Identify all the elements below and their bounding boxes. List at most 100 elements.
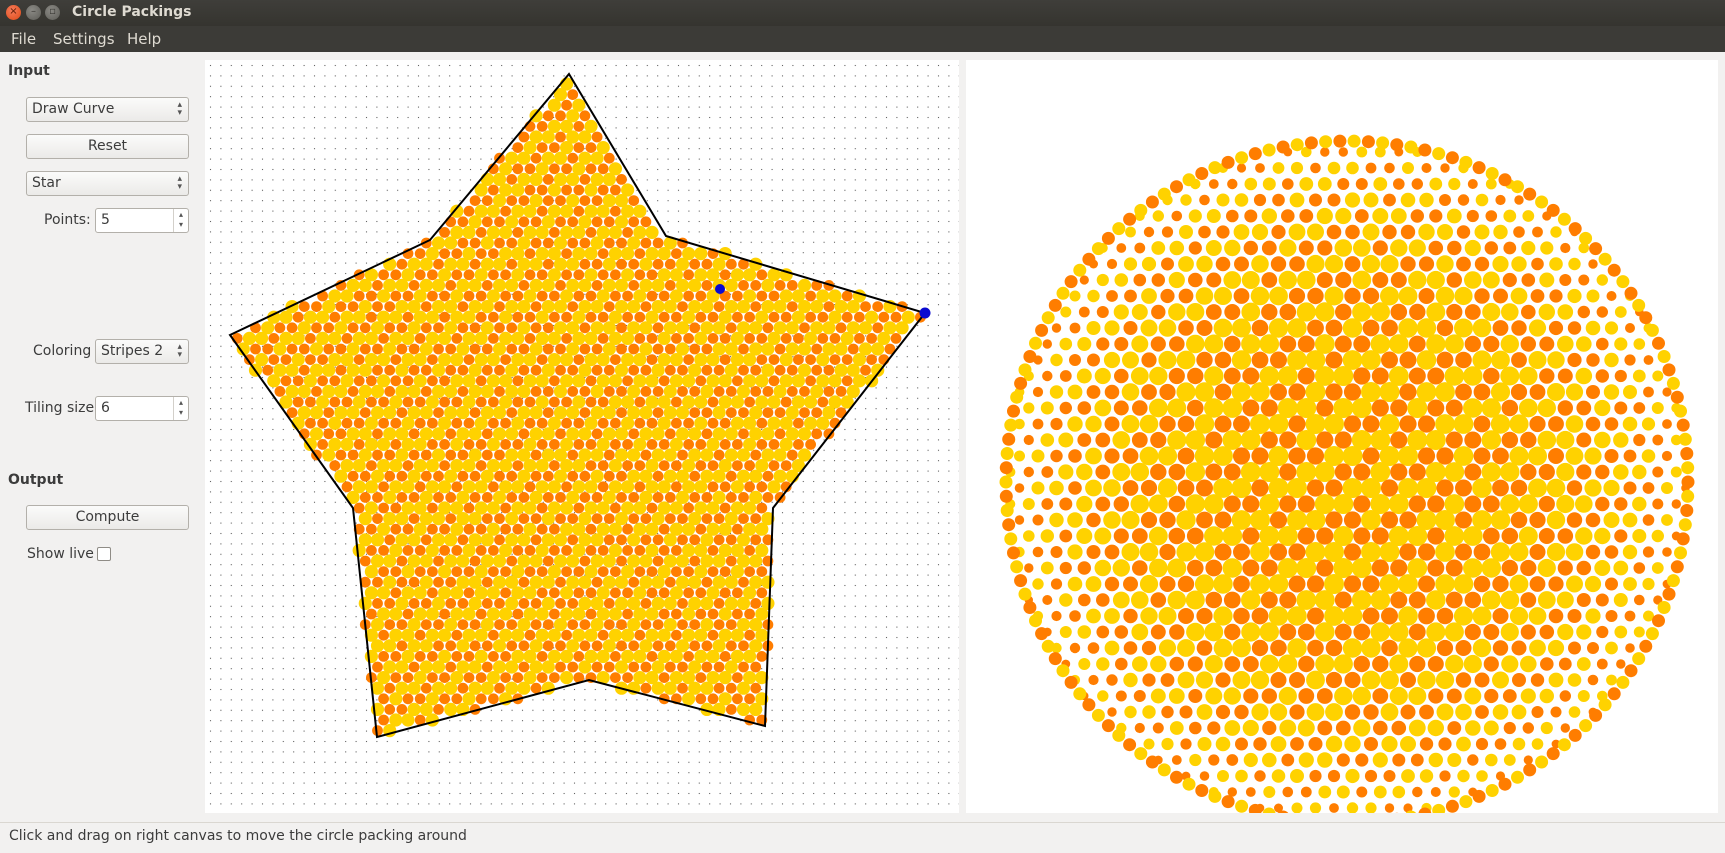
- packing-circle: [780, 460, 792, 471]
- packing-circle: [468, 660, 482, 674]
- packing-circle: [378, 396, 389, 408]
- packing-circle: [1550, 706, 1562, 718]
- packing-circle: [1049, 512, 1064, 528]
- packing-circle: [1483, 335, 1500, 353]
- packing-circle: [621, 247, 635, 261]
- packing-circle: [1587, 642, 1599, 654]
- packing-circle: [494, 682, 505, 694]
- packing-circle: [353, 502, 365, 514]
- compute-button[interactable]: Compute: [26, 505, 189, 530]
- packing-circle: [1585, 512, 1601, 528]
- packing-circle: [395, 363, 409, 377]
- packing-circle: [1362, 575, 1380, 593]
- packing-circle: [1343, 575, 1362, 593]
- packing-circle: [799, 407, 810, 418]
- points-spinbox[interactable]: 5 ▴ ▾: [95, 208, 189, 233]
- close-window-icon[interactable]: ×: [6, 5, 21, 20]
- packing-circle: [1390, 399, 1408, 417]
- packing-circle: [1214, 351, 1232, 369]
- packing-circle: [1427, 656, 1444, 672]
- packing-circle: [634, 333, 646, 344]
- show-live-checkbox[interactable]: [97, 547, 111, 561]
- packing-circle: [535, 374, 549, 388]
- packing-circle: [657, 331, 671, 345]
- packing-circle: [1584, 447, 1602, 465]
- packing-circle: [1104, 576, 1120, 592]
- tiling-size-spinbox[interactable]: 6 ▴ ▾: [95, 396, 189, 421]
- packing-circle: [793, 439, 804, 450]
- packing-circle: [1446, 688, 1462, 704]
- packing-circle: [475, 439, 487, 450]
- packing-circle: [1290, 737, 1304, 751]
- packing-circle: [1171, 210, 1183, 222]
- packing-circle: [1272, 193, 1285, 207]
- packing-circle: [1346, 802, 1359, 813]
- packing-circle: [724, 278, 738, 292]
- packing-circle: [523, 204, 537, 218]
- packing-circle: [585, 460, 597, 471]
- packing-circle: [530, 470, 542, 482]
- mode-select[interactable]: Draw Curve ▴ ▾: [26, 97, 189, 122]
- output-canvas[interactable]: [966, 60, 1718, 813]
- packing-circle: [463, 439, 475, 450]
- minimize-window-icon[interactable]: –: [26, 5, 41, 20]
- packing-circle: [1297, 495, 1315, 513]
- packing-circle: [555, 216, 566, 228]
- packing-circle: [1556, 591, 1574, 609]
- packing-circle: [359, 470, 371, 482]
- packing-circle: [1261, 240, 1277, 256]
- packing-circle: [420, 470, 432, 482]
- menu-file[interactable]: File: [11, 30, 36, 48]
- packing-circle: [633, 649, 647, 664]
- packing-circle: [805, 375, 816, 387]
- packing-circle: [377, 586, 391, 600]
- packing-circle: [506, 237, 518, 249]
- packing-circle: [444, 533, 458, 547]
- packing-circle: [1400, 736, 1416, 752]
- packing-circle: [1492, 575, 1509, 593]
- input-canvas[interactable]: [205, 60, 959, 813]
- packing-circle: [1041, 498, 1054, 510]
- menu-help[interactable]: Help: [127, 30, 161, 48]
- reset-button[interactable]: Reset: [26, 134, 189, 159]
- menu-settings[interactable]: Settings: [53, 30, 115, 48]
- packing-circle: [530, 513, 542, 524]
- packing-circle: [622, 545, 633, 556]
- packing-circle: [616, 407, 627, 418]
- packing-circle: [547, 331, 561, 345]
- packing-circle: [457, 598, 469, 609]
- packing-circle: [1204, 622, 1224, 642]
- packing-circle: [1261, 688, 1277, 704]
- packing-circle: [486, 437, 500, 451]
- packing-circle: [1475, 737, 1489, 751]
- packing-circle: [634, 481, 646, 493]
- packing-circle: [560, 204, 574, 218]
- packing-circle: [1169, 656, 1185, 672]
- packing-circle: [805, 439, 816, 450]
- output-canvas-svg[interactable]: [966, 60, 1718, 813]
- packing-circle: [1528, 446, 1547, 466]
- packing-circle: [250, 343, 261, 355]
- packing-circle: [738, 407, 749, 418]
- shape-select[interactable]: Star ▴ ▾: [26, 171, 189, 196]
- spin-arrows-icon[interactable]: ▴ ▾: [173, 209, 188, 232]
- packing-circle: [755, 374, 769, 388]
- packing-circle: [725, 322, 737, 334]
- packing-circle: [749, 554, 763, 568]
- maximize-window-icon[interactable]: ▫: [45, 5, 60, 20]
- packing-circle: [335, 449, 347, 461]
- packing-circle: [1326, 224, 1342, 240]
- packing-circle: [1130, 367, 1149, 385]
- packing-circle: [1179, 705, 1193, 719]
- packing-circle: [414, 248, 426, 259]
- input-canvas-svg[interactable]: [205, 60, 959, 813]
- packing-circle: [677, 449, 688, 461]
- packing-circle: [1059, 561, 1072, 575]
- coloring-select[interactable]: Stripes 2 ▴ ▾: [95, 339, 189, 364]
- packing-circle: [475, 227, 487, 238]
- packing-circle: [1520, 431, 1537, 449]
- packing-circle: [1568, 257, 1581, 271]
- packing-circle: [1605, 641, 1618, 655]
- spin-arrows-icon[interactable]: ▴ ▾: [173, 397, 188, 420]
- packing-circle: [1014, 574, 1028, 588]
